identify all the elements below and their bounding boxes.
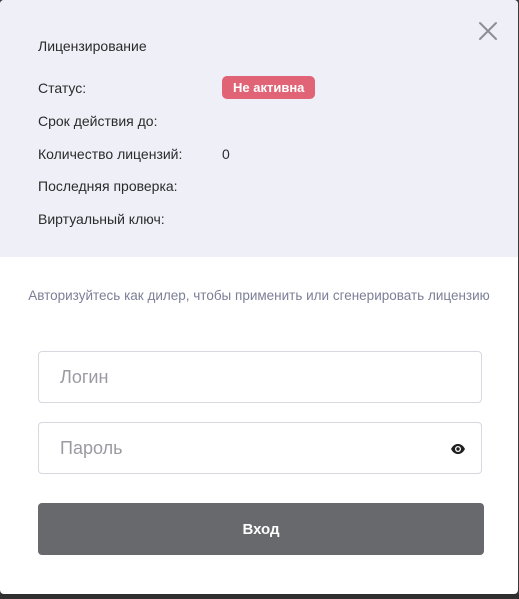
window-bottom-edge <box>0 594 519 599</box>
eye-icon <box>451 444 465 454</box>
dealer-auth-hint: Авторизуйтесь как дилер, чтобы применить… <box>28 288 490 303</box>
login-field <box>38 351 482 403</box>
license-count-value: 0 <box>222 146 230 162</box>
login-input[interactable] <box>39 352 481 402</box>
license-info-panel: Лицензирование Статус: Не активна Срок д… <box>0 0 518 257</box>
status-badge: Не активна <box>222 76 316 99</box>
dialog-title: Лицензирование <box>38 38 147 54</box>
last-check-label: Последняя проверка: <box>38 178 178 194</box>
password-input[interactable] <box>39 423 481 473</box>
close-button[interactable] <box>476 19 500 43</box>
login-button[interactable]: Вход <box>38 503 484 555</box>
virtual-key-label: Виртуальный ключ: <box>38 211 165 227</box>
show-password-toggle[interactable] <box>450 441 466 457</box>
license-count-label: Количество лицензий: <box>38 146 183 162</box>
expiry-label: Срок действия до: <box>38 113 158 129</box>
licensing-dialog: Лицензирование Статус: Не активна Срок д… <box>0 0 518 594</box>
password-field <box>38 422 482 474</box>
close-icon <box>479 22 497 40</box>
status-label: Статус: <box>38 80 87 96</box>
